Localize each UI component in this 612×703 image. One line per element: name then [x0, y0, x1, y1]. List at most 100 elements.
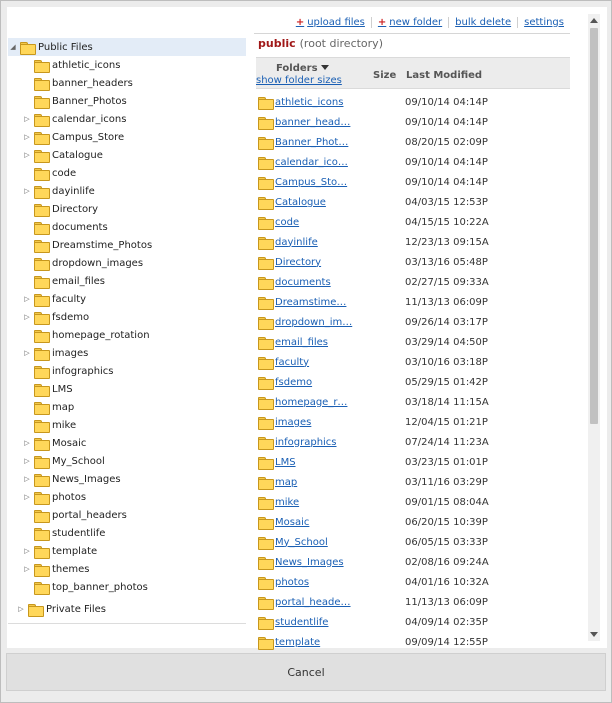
tree-item[interactable]: ▷ themes	[8, 560, 246, 578]
folder-name-link[interactable]: faculty	[275, 357, 353, 368]
table-row[interactable]: Catalogue 04/03/15 12:53P	[256, 192, 570, 212]
tree-item[interactable]: LMS	[8, 380, 246, 398]
cancel-button[interactable]: Cancel	[6, 653, 606, 691]
table-row[interactable]: fsdemo 05/29/15 01:42P	[256, 372, 570, 392]
folder-name-link[interactable]: Mosaic	[275, 517, 353, 528]
table-row[interactable]: email_files 03/29/14 04:50P	[256, 332, 570, 352]
tree-item[interactable]: banner_headers	[8, 74, 246, 92]
tree-item[interactable]: mike	[8, 416, 246, 434]
tree-item[interactable]: ▷ images	[8, 344, 246, 362]
folder-name-link[interactable]: template	[275, 637, 353, 648]
folder-name-link[interactable]: email_files	[275, 337, 353, 348]
folder-name-link[interactable]: photos	[275, 577, 353, 588]
expand-icon[interactable]: ▷	[22, 560, 32, 578]
settings-link[interactable]: settings	[517, 16, 570, 28]
tree-item[interactable]: dropdown_images	[8, 254, 246, 272]
folder-name-link[interactable]: Campus_Sto…	[275, 177, 353, 188]
tree-item[interactable]: Directory	[8, 200, 246, 218]
expand-icon[interactable]: ▷	[22, 182, 32, 200]
expand-icon[interactable]: ▷	[16, 600, 26, 618]
scroll-thumb[interactable]	[590, 28, 598, 424]
tree-item[interactable]: top_banner_photos	[8, 578, 246, 596]
folder-name-link[interactable]: dropdown_im…	[275, 317, 353, 328]
folder-name-link[interactable]: athletic_icons	[275, 97, 353, 108]
tree-item[interactable]: infographics	[8, 362, 246, 380]
table-row[interactable]: LMS 03/23/15 01:01P	[256, 452, 570, 472]
table-row[interactable]: Mosaic 06/20/15 10:39P	[256, 512, 570, 532]
tree-item[interactable]: map	[8, 398, 246, 416]
tree-item[interactable]: ▷ template	[8, 542, 246, 560]
tree-item[interactable]: athletic_icons	[8, 56, 246, 74]
expand-icon[interactable]: ▷	[22, 344, 32, 362]
expand-icon[interactable]: ▷	[22, 452, 32, 470]
folder-name-link[interactable]: calendar_ico…	[275, 157, 353, 168]
folder-name-link[interactable]: Catalogue	[275, 197, 353, 208]
table-row[interactable]: infographics 07/24/14 11:23A	[256, 432, 570, 452]
table-row[interactable]: News_Images 02/08/16 09:24A	[256, 552, 570, 572]
tree-item[interactable]: portal_headers	[8, 506, 246, 524]
table-row[interactable]: Dreamstime… 11/13/13 06:09P	[256, 292, 570, 312]
tree-item[interactable]: code	[8, 164, 246, 182]
table-row[interactable]: studentlife 04/09/14 02:35P	[256, 612, 570, 632]
expand-icon[interactable]: ▷	[22, 488, 32, 506]
tree-item[interactable]: ▷ Campus_Store	[8, 128, 246, 146]
tree-item[interactable]: Banner_Photos	[8, 92, 246, 110]
folder-name-link[interactable]: code	[275, 217, 353, 228]
tree-item[interactable]: homepage_rotation	[8, 326, 246, 344]
folder-name-link[interactable]: Banner_Phot…	[275, 137, 353, 148]
table-row[interactable]: Campus_Sto… 09/10/14 04:14P	[256, 172, 570, 192]
tree-item[interactable]: email_files	[8, 272, 246, 290]
tree-item[interactable]: ▷ calendar_icons	[8, 110, 246, 128]
show-folder-sizes-link[interactable]: show folder sizes	[256, 75, 348, 86]
table-row[interactable]: portal_heade… 11/13/13 06:09P	[256, 592, 570, 612]
folder-name-link[interactable]: map	[275, 477, 353, 488]
folder-name-link[interactable]: studentlife	[275, 617, 353, 628]
new-folder-link[interactable]: + new folder	[370, 16, 448, 28]
folder-name-link[interactable]: My_School	[275, 537, 353, 548]
table-row[interactable]: photos 04/01/16 10:32A	[256, 572, 570, 592]
expand-icon[interactable]: ▷	[22, 470, 32, 488]
folder-name-link[interactable]: homepage_r…	[275, 397, 353, 408]
tree-item[interactable]: ▷ Mosaic	[8, 434, 246, 452]
expand-icon[interactable]: ▷	[22, 542, 32, 560]
folder-name-link[interactable]: images	[275, 417, 353, 428]
expand-icon[interactable]: ▷	[22, 128, 32, 146]
table-row[interactable]: calendar_ico… 09/10/14 04:14P	[256, 152, 570, 172]
tree-item-private-files[interactable]: ▷ Private Files	[16, 600, 246, 618]
table-row[interactable]: template 09/09/14 12:55P	[256, 632, 570, 652]
table-row[interactable]: faculty 03/10/16 03:18P	[256, 352, 570, 372]
table-row[interactable]: athletic_icons 09/10/14 04:14P	[256, 92, 570, 112]
tree-item[interactable]: ▷ dayinlife	[8, 182, 246, 200]
folders-column-header[interactable]: Folders	[276, 63, 329, 74]
expand-icon[interactable]: ▷	[22, 146, 32, 164]
folder-name-link[interactable]: dayinlife	[275, 237, 353, 248]
collapse-icon[interactable]: ◢	[8, 38, 18, 56]
table-row[interactable]: dropdown_im… 09/26/14 03:17P	[256, 312, 570, 332]
folder-name-link[interactable]: infographics	[275, 437, 353, 448]
table-row[interactable]: banner_head… 09/10/14 04:14P	[256, 112, 570, 132]
table-row[interactable]: map 03/11/16 03:29P	[256, 472, 570, 492]
expand-icon[interactable]: ▷	[22, 110, 32, 128]
table-row[interactable]: code 04/15/15 10:22A	[256, 212, 570, 232]
folder-name-link[interactable]: mike	[275, 497, 353, 508]
tree-item[interactable]: ▷ News_Images	[8, 470, 246, 488]
folder-name-link[interactable]: portal_heade…	[275, 597, 353, 608]
tree-item[interactable]: documents	[8, 218, 246, 236]
folder-name-link[interactable]: banner_head…	[275, 117, 353, 128]
folder-name-link[interactable]: Directory	[275, 257, 353, 268]
folder-name-link[interactable]: documents	[275, 277, 353, 288]
tree-item[interactable]: ▷ fsdemo	[8, 308, 246, 326]
bulk-delete-link[interactable]: bulk delete	[448, 16, 517, 28]
upload-files-link[interactable]: + upload files	[290, 17, 371, 28]
tree-item[interactable]: Dreamstime_Photos	[8, 236, 246, 254]
table-row[interactable]: documents 02/27/15 09:33A	[256, 272, 570, 292]
table-row[interactable]: Directory 03/13/16 05:48P	[256, 252, 570, 272]
tree-item[interactable]: ▷ faculty	[8, 290, 246, 308]
table-row[interactable]: mike 09/01/15 08:04A	[256, 492, 570, 512]
table-row[interactable]: images 12/04/15 01:21P	[256, 412, 570, 432]
table-row[interactable]: homepage_r… 03/18/14 11:15A	[256, 392, 570, 412]
folder-name-link[interactable]: fsdemo	[275, 377, 353, 388]
tree-item[interactable]: studentlife	[8, 524, 246, 542]
tree-item[interactable]: ▷ Catalogue	[8, 146, 246, 164]
table-row[interactable]: Banner_Phot… 08/20/15 02:09P	[256, 132, 570, 152]
